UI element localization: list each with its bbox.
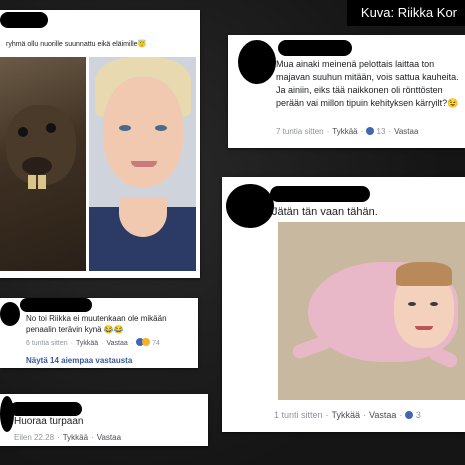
reply-link[interactable]: Vastaa xyxy=(107,340,128,347)
redaction-blob xyxy=(278,40,352,56)
comment-text: Jätän tän vaan tähän. xyxy=(272,206,378,218)
haha-icon xyxy=(142,338,151,346)
like-link[interactable]: Tykkää xyxy=(332,127,357,136)
like-icon xyxy=(366,127,375,135)
like-count: 13 xyxy=(376,127,386,136)
like-link[interactable]: Tykkää xyxy=(63,433,88,442)
comment-text: Mua ainaki meinenä pelottais laittaa ton… xyxy=(276,59,459,108)
naked-mole-rat-photo xyxy=(278,222,465,400)
comment-meta: 7 tuntia sitten · Tykkää · 13 · Vastaa xyxy=(276,127,419,136)
redaction-blob xyxy=(20,298,92,312)
photo-credit: Kuva: Riikka Kor xyxy=(346,0,465,26)
woman-photo xyxy=(89,57,196,271)
comment-meta: Eilen 22.28 · Tykkää · Vastaa xyxy=(14,433,122,442)
reply-link[interactable]: Vastaa xyxy=(394,127,418,136)
comment-text: No toi Riikka ei muutenkaan ole mikään p… xyxy=(26,314,167,334)
beaver-photo xyxy=(0,57,86,271)
comment-time: Eilen 22.28 xyxy=(14,433,55,442)
comment-time: 1 tunti sitten xyxy=(274,410,323,420)
redaction-blob xyxy=(10,402,82,416)
comment-meta: 6 tuntia sitten · Tykkää · Vastaa · 74 xyxy=(26,338,160,347)
comment-text: Huoraa turpaan xyxy=(14,416,84,427)
redaction-blob xyxy=(270,186,370,202)
redaction-blob xyxy=(238,40,276,84)
like-icon xyxy=(405,411,414,419)
reply-link[interactable]: Vastaa xyxy=(369,410,396,420)
comment-time: 6 tuntia sitten xyxy=(26,340,68,347)
like-link[interactable]: Tykkää xyxy=(332,410,361,420)
reply-link[interactable]: Vastaa xyxy=(97,433,121,442)
like-link[interactable]: Tykkää xyxy=(76,340,98,347)
redaction-blob xyxy=(0,12,48,28)
comment-meta: 1 tunti sitten · Tykkää · Vastaa · 3 xyxy=(274,410,421,420)
reaction-count: 74 xyxy=(152,340,160,347)
redaction-blob xyxy=(0,302,20,326)
more-replies-link[interactable]: Näytä 14 aiempaa vastausta xyxy=(26,356,132,365)
redaction-blob xyxy=(226,184,274,228)
post-text: ryhmä ollu nuorille suunnattu eikä eläim… xyxy=(6,41,147,48)
post-card: ryhmä ollu nuorille suunnattu eikä eläim… xyxy=(0,10,200,278)
like-count: 3 xyxy=(415,410,421,420)
comment-time: 7 tuntia sitten xyxy=(276,127,324,136)
